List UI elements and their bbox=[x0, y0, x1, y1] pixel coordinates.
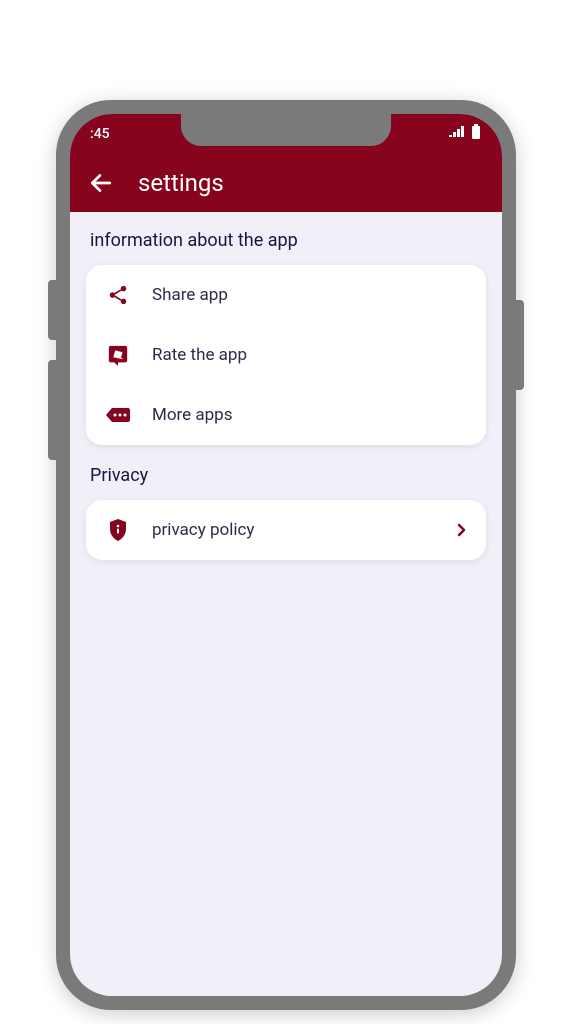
privacy-policy-label: privacy policy bbox=[152, 520, 434, 540]
share-app-item[interactable]: Share app bbox=[86, 265, 486, 325]
rate-app-item[interactable]: Rate the app bbox=[86, 325, 486, 385]
phone-power-button bbox=[516, 300, 524, 390]
section-title-info: information about the app bbox=[90, 230, 486, 251]
rate-icon bbox=[106, 343, 130, 367]
app-bar: settings bbox=[70, 154, 502, 212]
chevron-right-icon bbox=[456, 523, 466, 537]
info-card: Share app Rate the app bbox=[86, 265, 486, 445]
back-button[interactable] bbox=[88, 170, 114, 196]
phone-notch bbox=[181, 114, 391, 146]
share-icon bbox=[106, 283, 130, 307]
status-indicators bbox=[448, 124, 482, 144]
status-time: :45 bbox=[90, 126, 110, 142]
privacy-card: privacy policy bbox=[86, 500, 486, 560]
section-title-privacy: Privacy bbox=[90, 465, 486, 486]
rate-app-label: Rate the app bbox=[152, 345, 466, 365]
privacy-policy-item[interactable]: privacy policy bbox=[86, 500, 486, 560]
share-app-label: Share app bbox=[152, 285, 466, 305]
phone-frame: :45 bbox=[56, 100, 516, 1010]
arrow-left-icon bbox=[88, 170, 114, 196]
battery-icon bbox=[470, 124, 482, 144]
more-icon bbox=[106, 403, 130, 427]
more-apps-label: More apps bbox=[152, 405, 466, 425]
page-title: settings bbox=[138, 169, 224, 197]
signal-icon bbox=[448, 125, 466, 143]
shield-icon bbox=[106, 518, 130, 542]
settings-content: information about the app Share app bbox=[70, 212, 502, 598]
phone-screen: :45 bbox=[70, 114, 502, 996]
more-apps-item[interactable]: More apps bbox=[86, 385, 486, 445]
